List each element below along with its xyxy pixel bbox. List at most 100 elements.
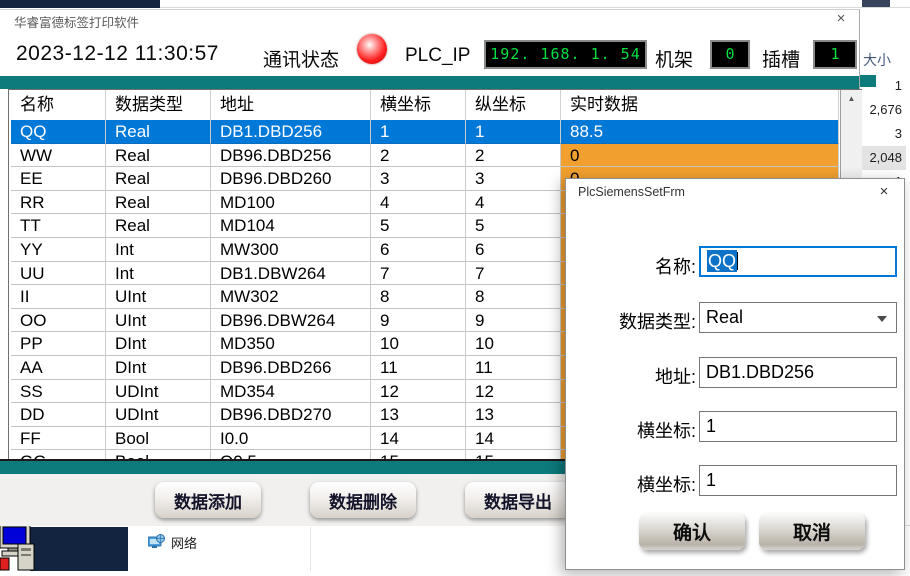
col-header-y[interactable]: 纵坐标 [466, 90, 561, 121]
table-cell[interactable]: Real [106, 144, 211, 168]
table-cell[interactable]: DB96.DBW264 [211, 309, 371, 333]
table-cell[interactable]: 15 [371, 450, 466, 459]
col-header-realtime[interactable]: 实时数据 [561, 90, 839, 121]
table-row[interactable]: WWRealDB96.DBD256220 [11, 144, 839, 168]
table-cell[interactable]: 0 [561, 144, 839, 168]
x-coordinate-input-2[interactable]: 1 [699, 465, 897, 496]
table-cell[interactable]: MW300 [211, 238, 371, 262]
table-cell[interactable]: 88.5 [561, 120, 839, 144]
table-cell[interactable]: MW302 [211, 285, 371, 309]
delete-data-button[interactable]: 数据删除 [310, 482, 416, 518]
table-cell[interactable]: 9 [466, 309, 561, 333]
table-cell[interactable]: GG [11, 450, 106, 459]
table-cell[interactable]: 2 [466, 144, 561, 168]
cancel-button[interactable]: 取消 [759, 513, 865, 550]
table-cell[interactable]: MD100 [211, 191, 371, 215]
table-cell[interactable]: 6 [371, 238, 466, 262]
close-icon[interactable]: × [831, 10, 851, 28]
table-cell[interactable]: DB1.DBD256 [211, 120, 371, 144]
table-cell[interactable]: 12 [466, 380, 561, 404]
table-row[interactable]: QQRealDB1.DBD2561188.5 [11, 120, 839, 144]
table-cell[interactable]: RR [11, 191, 106, 215]
table-cell[interactable]: 1 [466, 120, 561, 144]
table-cell[interactable]: UInt [106, 285, 211, 309]
table-cell[interactable]: 10 [371, 332, 466, 356]
table-cell[interactable]: 5 [371, 214, 466, 238]
table-cell[interactable]: 1 [371, 120, 466, 144]
table-cell[interactable]: TT [11, 214, 106, 238]
my-computer-icon[interactable] [0, 524, 40, 576]
col-header-name[interactable]: 名称 [11, 90, 106, 121]
table-cell[interactable]: DB96.DBD256 [211, 144, 371, 168]
table-cell[interactable]: Q0.5 [211, 450, 371, 459]
table-cell[interactable]: MD104 [211, 214, 371, 238]
table-cell[interactable]: 9 [371, 309, 466, 333]
table-cell[interactable]: Real [106, 191, 211, 215]
table-cell[interactable]: 4 [371, 191, 466, 215]
table-cell[interactable]: UU [11, 262, 106, 286]
col-header-address[interactable]: 地址 [211, 90, 371, 121]
table-cell[interactable]: 5 [466, 214, 561, 238]
dialog-close-icon[interactable]: × [874, 183, 894, 201]
table-cell[interactable]: 6 [466, 238, 561, 262]
table-cell[interactable]: 7 [371, 262, 466, 286]
name-input[interactable]: QQ [699, 246, 897, 277]
table-cell[interactable]: 15 [466, 450, 561, 459]
export-data-button[interactable]: 数据导出 [465, 482, 571, 518]
table-cell[interactable]: AA [11, 356, 106, 380]
table-cell[interactable]: 11 [466, 356, 561, 380]
table-cell[interactable]: OO [11, 309, 106, 333]
table-cell[interactable]: UDInt [106, 380, 211, 404]
table-cell[interactable]: 7 [466, 262, 561, 286]
table-cell[interactable]: 11 [371, 356, 466, 380]
table-cell[interactable]: 3 [371, 167, 466, 191]
table-cell[interactable]: PP [11, 332, 106, 356]
confirm-button[interactable]: 确认 [639, 513, 745, 550]
table-cell[interactable]: SS [11, 380, 106, 404]
table-cell[interactable]: YY [11, 238, 106, 262]
col-header-datatype[interactable]: 数据类型 [106, 90, 211, 121]
table-cell[interactable]: DD [11, 403, 106, 427]
table-cell[interactable]: II [11, 285, 106, 309]
table-cell[interactable]: QQ [11, 120, 106, 144]
table-cell[interactable]: Bool [106, 450, 211, 459]
table-cell[interactable]: Bool [106, 427, 211, 451]
table-cell[interactable]: I0.0 [211, 427, 371, 451]
scroll-up-icon[interactable]: ▲ [841, 90, 862, 107]
table-cell[interactable]: 12 [371, 380, 466, 404]
table-cell[interactable]: 3 [466, 167, 561, 191]
table-cell[interactable]: 10 [466, 332, 561, 356]
table-cell[interactable]: 14 [466, 427, 561, 451]
table-cell[interactable]: MD350 [211, 332, 371, 356]
table-cell[interactable]: Real [106, 120, 211, 144]
add-data-button[interactable]: 数据添加 [155, 482, 261, 518]
table-cell[interactable]: Real [106, 167, 211, 191]
explorer-item-network[interactable]: 网络 [148, 533, 197, 552]
table-cell[interactable]: DInt [106, 356, 211, 380]
table-cell[interactable]: 8 [466, 285, 561, 309]
table-cell[interactable]: DB1.DBW264 [211, 262, 371, 286]
table-cell[interactable]: DB96.DBD260 [211, 167, 371, 191]
table-cell[interactable]: 14 [371, 427, 466, 451]
table-cell[interactable]: 2 [371, 144, 466, 168]
x-coordinate-input[interactable]: 1 [699, 411, 897, 442]
table-cell[interactable]: Real [106, 214, 211, 238]
address-input[interactable]: DB1.DBD256 [699, 357, 897, 388]
table-cell[interactable]: 13 [466, 403, 561, 427]
table-cell[interactable]: EE [11, 167, 106, 191]
table-cell[interactable]: DB96.DBD270 [211, 403, 371, 427]
table-cell[interactable]: 13 [371, 403, 466, 427]
table-cell[interactable]: DB96.DBD266 [211, 356, 371, 380]
table-cell[interactable]: UDInt [106, 403, 211, 427]
col-header-x[interactable]: 横坐标 [371, 90, 466, 121]
table-cell[interactable]: 8 [371, 285, 466, 309]
table-cell[interactable]: WW [11, 144, 106, 168]
table-cell[interactable]: FF [11, 427, 106, 451]
table-cell[interactable]: Int [106, 262, 211, 286]
datatype-select[interactable]: Real [699, 302, 897, 333]
table-cell[interactable]: MD354 [211, 380, 371, 404]
table-cell[interactable]: Int [106, 238, 211, 262]
table-cell[interactable]: 4 [466, 191, 561, 215]
table-cell[interactable]: UInt [106, 309, 211, 333]
table-cell[interactable]: DInt [106, 332, 211, 356]
